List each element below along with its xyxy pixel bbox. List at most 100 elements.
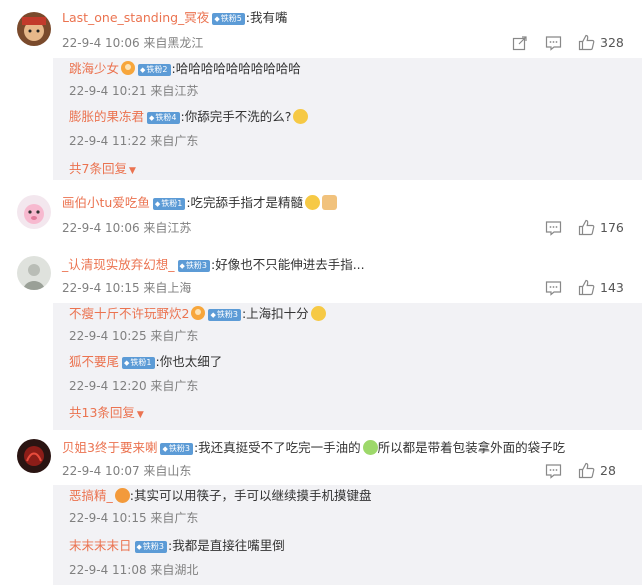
comment-text-continued: 所以都是带着包装拿外面的袋子吃 — [377, 440, 566, 455]
like-icon[interactable] — [578, 279, 595, 296]
fan-badge-label: 铁粉1 — [161, 199, 183, 208]
comment-body: 画伯小tu爱吃鱼 ◆铁粉1:吃完舔手指才是精髓 — [62, 194, 338, 212]
reply-text: :其实可以用筷子，手可以继续摸手机摸键盘 — [129, 488, 372, 503]
like-icon[interactable] — [578, 219, 595, 236]
reply-body: 不瘦十斤不许玩野炊2 ◆铁粉3:上海扣十分 — [69, 305, 326, 323]
comment-actions: 176 — [502, 219, 642, 239]
comment-icon[interactable] — [545, 35, 562, 51]
reply-meta: 22-9-4 11:08 来自湖北 — [69, 563, 199, 577]
fan-badge-label: 铁粉5 — [220, 14, 242, 23]
reply-box: 跳海少女 ◆铁粉2:哈哈哈哈哈哈哈哈哈哈 22-9-4 10:21 来自江苏 膨胀… — [53, 58, 642, 180]
comment-icon[interactable] — [545, 280, 562, 296]
fan-badge: ◆铁粉1 — [122, 357, 155, 369]
username[interactable]: 贝姐3终于要来喇 — [62, 440, 157, 455]
reply-body: 狐不要尾 ◆铁粉1:你也太细了 — [69, 353, 222, 371]
more-replies-label: 共7条回复 — [69, 161, 127, 176]
fan-badge-icon: ◆ — [162, 445, 168, 453]
fan-badge: ◆铁粉5 — [212, 13, 245, 25]
username[interactable]: 末末末末日 — [69, 538, 132, 553]
avatar[interactable] — [17, 12, 51, 46]
comment: 画伯小tu爱吃鱼 ◆铁粉1:吃完舔手指才是精髓 22-9-4 10:06 来自江苏… — [0, 190, 642, 245]
fan-badge-label: 铁粉3 — [185, 261, 207, 270]
more-replies-link[interactable]: 共13条回复 ▼ — [69, 405, 144, 423]
fan-badge-label: 铁粉3 — [142, 542, 164, 551]
comment-meta: 22-9-4 10:07 来自山东 — [62, 464, 192, 478]
fan-badge-icon: ◆ — [149, 114, 155, 122]
fan-badge-label: 铁粉3 — [168, 444, 190, 453]
avatar[interactable] — [17, 256, 51, 290]
like-icon[interactable] — [578, 462, 595, 479]
doge-emoji-icon — [305, 195, 321, 210]
reply-box: 不瘦十斤不许玩野炊2 ◆铁粉3:上海扣十分 22-9-4 10:25 来自广东 狐… — [53, 303, 642, 430]
comment: 贝姐3终于要来喇 ◆铁粉3:我还真挺受不了吃完一手油的 所以都是带着包装拿外面的袋子… — [0, 438, 642, 585]
caret-down-icon: ▼ — [128, 166, 136, 176]
angry-emoji-icon — [114, 488, 130, 503]
comment-meta: 22-9-4 10:06 来自黑龙江 — [62, 36, 204, 50]
more-replies-link[interactable]: 共7条回复 ▼ — [69, 161, 136, 179]
comment-list: Last_one_standing_冥夜 ◆铁粉5:我有嘴 22-9-4 10:0… — [0, 0, 642, 585]
like-icon[interactable] — [578, 34, 595, 51]
caret-down-icon: ▼ — [136, 410, 144, 420]
username[interactable]: 膨胀的果冻君 — [69, 109, 144, 124]
fan-badge-icon: ◆ — [140, 66, 146, 74]
comment: Last_one_standing_冥夜 ◆铁粉5:我有嘴 22-9-4 10:0… — [0, 0, 642, 180]
username[interactable]: 恶搞精_ — [69, 488, 113, 503]
username[interactable]: 画伯小tu爱吃鱼 — [62, 195, 150, 210]
doge-emoji-icon — [293, 109, 309, 124]
reply-body: 恶搞精_ :其实可以用筷子，手可以继续摸手机摸键盘 — [69, 487, 371, 505]
fan-badge: ◆铁粉4 — [147, 112, 180, 124]
comment-actions: 143 — [502, 279, 642, 299]
like-count: 328 — [600, 35, 624, 50]
reply-box: 恶搞精_ :其实可以用筷子，手可以继续摸手机摸键盘 22-9-4 10:15 来自… — [53, 485, 642, 585]
reply-body: 跳海少女 ◆铁粉2:哈哈哈哈哈哈哈哈哈哈 — [69, 60, 301, 78]
comment-text: :吃完舔手指才是精髓 — [186, 195, 304, 210]
reply-meta: 22-9-4 11:22 来自广东 — [69, 134, 199, 148]
fan-badge-label: 铁粉1 — [130, 358, 152, 367]
reply-text: :你也太细了 — [155, 354, 223, 369]
fan-badge-icon: ◆ — [210, 311, 216, 319]
avatar[interactable] — [17, 439, 51, 473]
reply-meta: 22-9-4 10:25 来自广东 — [69, 329, 199, 343]
fan-badge-icon: ◆ — [124, 359, 130, 367]
fan-badge-icon: ◆ — [214, 15, 220, 23]
share-icon[interactable] — [512, 35, 528, 51]
like-count: 143 — [600, 280, 624, 295]
fan-badge-icon: ◆ — [154, 200, 161, 208]
comment-icon[interactable] — [545, 220, 562, 236]
reply-text: :上海扣十分 — [241, 306, 309, 321]
fan-badge-label: 铁粉4 — [155, 113, 177, 122]
comment-text: :好像也不只能伸进去手指... — [211, 257, 365, 272]
fan-badge-icon: ◆ — [136, 543, 142, 551]
fan-badge: ◆铁粉3 — [208, 309, 241, 321]
like-count: 28 — [600, 463, 616, 478]
comment-text: :我还真挺受不了吃完一手油的 — [193, 440, 361, 455]
username[interactable]: _认清现实放弃幻想_ — [62, 257, 175, 272]
fan-badge: ◆铁粉2 — [138, 64, 171, 76]
thumbs-up-emoji-icon — [322, 195, 338, 210]
username[interactable]: 狐不要尾 — [69, 354, 119, 369]
reply-text: :你舔完手不洗的么? — [180, 109, 292, 124]
username[interactable]: 跳海少女 — [69, 61, 119, 76]
smirk-emoji-icon — [310, 306, 326, 321]
comment-icon[interactable] — [545, 463, 562, 479]
comment-body: Last_one_standing_冥夜 ◆铁粉5:我有嘴 — [62, 9, 288, 27]
crying-emoji-icon — [362, 440, 378, 455]
reply-meta: 22-9-4 12:20 来自广东 — [69, 379, 199, 393]
username[interactable]: 不瘦十斤不许玩野炊2 — [69, 306, 189, 321]
fan-badge: ◆铁粉1 — [152, 198, 186, 210]
avatar[interactable] — [17, 195, 51, 229]
vip-icon — [191, 306, 206, 320]
reply-body: 膨胀的果冻君 ◆铁粉4:你舔完手不洗的么? — [69, 108, 309, 126]
comment-meta: 22-9-4 10:06 来自江苏 — [62, 221, 192, 235]
fan-badge: ◆铁粉3 — [134, 541, 167, 553]
comment-actions: 28 — [502, 462, 642, 482]
comment-body: _认清现实放弃幻想_ ◆铁粉3 :好像也不只能伸进去手指... — [62, 256, 365, 274]
fan-badge-label: 铁粉3 — [216, 310, 238, 319]
comment: _认清现实放弃幻想_ ◆铁粉3:好像也不只能伸进去手指... 22-9-4 10:… — [0, 255, 642, 430]
reply-meta: 22-9-4 10:15 来自广东 — [69, 511, 199, 525]
username[interactable]: Last_one_standing_冥夜 — [62, 10, 209, 25]
comment-text: :我有嘴 — [245, 10, 288, 25]
fan-badge-icon: ◆ — [179, 262, 185, 270]
comment-actions: 328 — [502, 34, 642, 54]
reply-text: :我都是直接往嘴里倒 — [168, 538, 285, 553]
